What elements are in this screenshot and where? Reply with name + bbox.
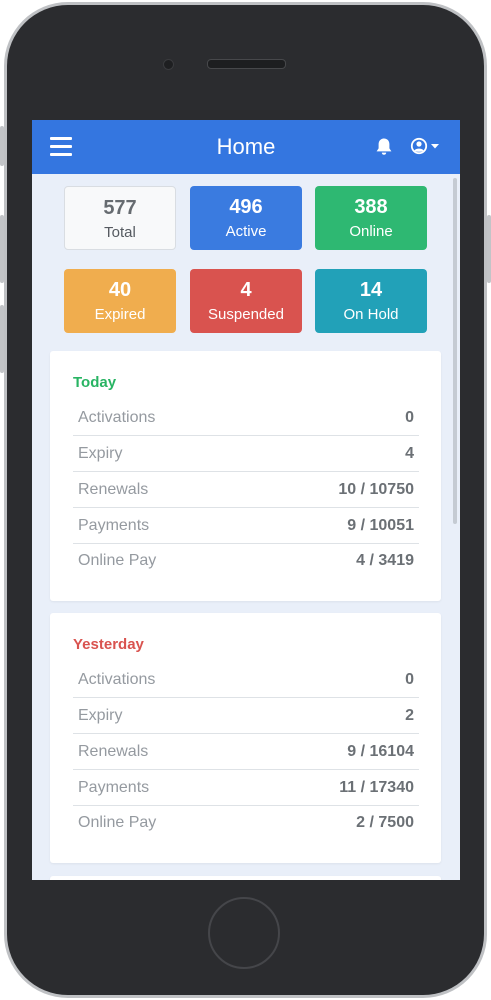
- next-card: [50, 876, 441, 880]
- row-label: Online Pay: [78, 814, 157, 831]
- tile-expired[interactable]: 40 Expired: [64, 269, 176, 333]
- tile-online[interactable]: 388 Online: [315, 186, 427, 250]
- online-label: Online: [349, 223, 393, 240]
- top-navbar: Home: [32, 120, 460, 174]
- yesterday-row-activations: Activations 0: [73, 662, 419, 698]
- bell-icon[interactable]: [375, 137, 393, 157]
- yesterday-row-expiry: Expiry 2: [73, 698, 419, 734]
- scrollbar[interactable]: [453, 178, 457, 524]
- row-label: Payments: [78, 517, 150, 534]
- row-value: 9 / 16104: [347, 743, 414, 760]
- row-label: Payments: [78, 779, 150, 796]
- today-row-expiry: Expiry 4: [73, 436, 419, 472]
- row-value: 4 / 3419: [356, 552, 414, 569]
- row-value: 0: [405, 671, 414, 688]
- suspended-count: 4: [240, 279, 252, 301]
- tile-suspended[interactable]: 4 Suspended: [190, 269, 302, 333]
- on-hold-label: On Hold: [343, 306, 399, 323]
- volume-down-button: [0, 305, 4, 373]
- today-row-payments: Payments 9 / 10051: [73, 508, 419, 544]
- expired-count: 40: [108, 279, 132, 301]
- today-row-renewals: Renewals 10 / 10750: [73, 472, 419, 508]
- tile-total[interactable]: 577 Total: [64, 186, 176, 250]
- yesterday-title: Yesterday: [73, 636, 144, 653]
- yesterday-card: Yesterday Activations 0 Expiry 2 Renewal…: [50, 613, 441, 863]
- page-title: Home: [216, 134, 276, 159]
- row-label: Expiry: [78, 707, 123, 724]
- row-value: 9 / 10051: [347, 517, 414, 534]
- today-title: Today: [73, 374, 117, 391]
- row-value: 0: [405, 409, 414, 426]
- row-label: Renewals: [78, 481, 149, 498]
- row-value: 10 / 10750: [338, 481, 414, 498]
- front-camera: [163, 59, 174, 70]
- expired-label: Expired: [94, 306, 146, 323]
- total-count: 577: [103, 197, 137, 219]
- account-menu[interactable]: [410, 136, 442, 158]
- tile-on-hold[interactable]: 14 On Hold: [315, 269, 427, 333]
- user-circle-icon: [410, 137, 428, 155]
- row-label: Online Pay: [78, 552, 157, 569]
- app-screen: Home 577 Total 496 Active 388 Online 40 …: [32, 120, 460, 880]
- row-label: Renewals: [78, 743, 149, 760]
- volume-up-button: [0, 215, 4, 283]
- yesterday-row-renewals: Renewals 9 / 16104: [73, 734, 419, 770]
- row-value: 2: [405, 707, 414, 724]
- tile-active[interactable]: 496 Active: [190, 186, 302, 250]
- on-hold-count: 14: [359, 279, 383, 301]
- mute-switch: [0, 126, 4, 166]
- row-value: 2 / 7500: [356, 814, 414, 831]
- suspended-label: Suspended: [208, 306, 284, 323]
- active-label: Active: [225, 223, 267, 240]
- row-value: 4: [405, 445, 414, 462]
- row-value: 11 / 17340: [339, 779, 414, 796]
- today-row-online-pay: Online Pay 4 / 3419: [73, 543, 419, 578]
- yesterday-row-payments: Payments 11 / 17340: [73, 770, 419, 806]
- power-button: [487, 215, 491, 283]
- active-count: 496: [229, 196, 263, 218]
- total-label: Total: [104, 224, 136, 241]
- yesterday-row-online-pay: Online Pay 2 / 7500: [73, 805, 419, 840]
- earpiece-speaker: [207, 59, 286, 69]
- row-label: Expiry: [78, 445, 123, 462]
- home-button[interactable]: [208, 897, 280, 969]
- caret-down-icon: [431, 144, 439, 149]
- online-count: 388: [354, 196, 388, 218]
- today-card: Today Activations 0 Expiry 4 Renewals 10…: [50, 351, 441, 601]
- row-label: Activations: [78, 671, 156, 688]
- row-label: Activations: [78, 409, 156, 426]
- today-row-activations: Activations 0: [73, 400, 419, 436]
